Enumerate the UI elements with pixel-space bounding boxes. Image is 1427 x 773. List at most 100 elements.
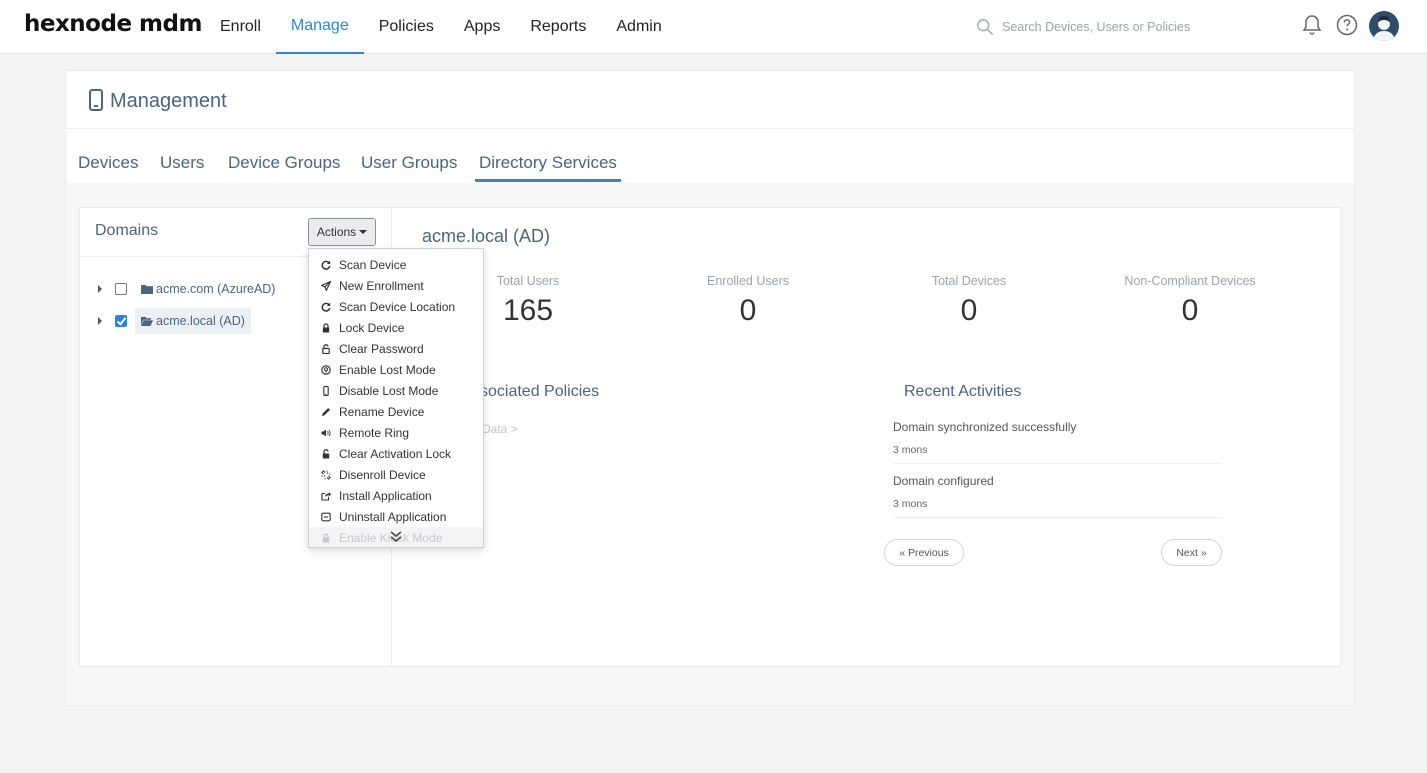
menu-label: Uninstall Application: [339, 509, 447, 524]
folder-icon: [141, 285, 153, 294]
menu-rename-device[interactable]: Rename Device: [309, 401, 483, 422]
top-navbar: hexnode mdm Enroll Manage Policies Apps …: [0, 0, 1427, 54]
lock-icon: [321, 532, 331, 543]
stat-total-devices: Total Devices 0: [869, 274, 1069, 328]
menu-label: Rename Device: [339, 404, 425, 419]
menu-label: Install Application: [339, 488, 432, 503]
menu-label: Clear Password: [339, 341, 424, 356]
menu-label: Lock Device: [339, 320, 405, 335]
stat-value[interactable]: 0: [1090, 294, 1290, 328]
menu-label: Disable Lost Mode: [339, 383, 439, 398]
main-nav: Enroll Manage Policies Apps Reports Admi…: [205, 0, 677, 54]
stat-enrolled-users: Enrolled Users 0: [648, 274, 848, 328]
stat-label: Total Devices: [931, 274, 1007, 288]
menu-scan-device-location[interactable]: Scan Device Location: [309, 296, 483, 317]
tab-device-groups[interactable]: Device Groups: [228, 153, 340, 179]
actions-dropdown-button[interactable]: Actions: [308, 218, 376, 246]
previous-button[interactable]: « Previous: [884, 539, 964, 566]
stat-value[interactable]: 0: [648, 294, 848, 328]
stat-value[interactable]: 0: [869, 294, 1069, 328]
next-button[interactable]: Next »: [1161, 539, 1222, 566]
menu-label: New Enrollment: [339, 278, 424, 293]
actions-menu: Scan Device New Enrollment Scan Device L…: [308, 248, 484, 548]
minus-box-icon: [321, 512, 331, 522]
sub-tabs: Devices Users Device Groups User Groups …: [66, 129, 1354, 183]
search-icon: [976, 18, 994, 36]
domains-title: Domains: [95, 222, 159, 239]
global-search: [976, 15, 1256, 39]
nav-apps[interactable]: Apps: [449, 0, 515, 54]
domain-tree-item: acme.com (AzureAD): [98, 276, 281, 302]
domain-checkbox[interactable]: [115, 283, 127, 295]
activity-item: Domain configured 3 mons: [893, 464, 1221, 518]
search-input[interactable]: [1002, 20, 1242, 34]
expand-caret-icon[interactable]: [98, 317, 102, 325]
menu-clear-password[interactable]: Clear Password: [309, 338, 483, 359]
expand-caret-icon[interactable]: [98, 285, 102, 293]
lock-icon: [321, 322, 331, 333]
help-icon[interactable]: [1335, 13, 1359, 37]
associated-policies-title: ssociated Policies: [472, 383, 600, 400]
hexnode-logo[interactable]: hexnode mdm: [24, 11, 202, 37]
menu-enable-lost-mode[interactable]: Enable Lost Mode: [309, 359, 483, 380]
menu-label: Remote Ring: [339, 425, 410, 440]
user-avatar[interactable]: [1369, 11, 1399, 41]
nav-policies[interactable]: Policies: [364, 0, 449, 54]
activity-time: 3 mons: [893, 444, 928, 456]
mobile-device-icon: [89, 89, 103, 111]
no-data-text: Data >: [482, 422, 518, 436]
activity-text: Domain synchronized successfully: [893, 420, 1077, 434]
domain-node[interactable]: acme.local (AD): [135, 308, 251, 334]
unlock-icon: [321, 448, 331, 459]
menu-label: Disenroll Device: [339, 467, 426, 482]
nav-admin[interactable]: Admin: [601, 0, 676, 54]
menu-disable-lost-mode[interactable]: Disable Lost Mode: [309, 380, 483, 401]
menu-remote-ring[interactable]: Remote Ring: [309, 422, 483, 443]
activity-text: Domain configured: [893, 474, 994, 488]
tab-devices[interactable]: Devices: [78, 153, 138, 179]
caret-down-icon: [359, 230, 368, 234]
recent-activities-title: Recent Activities: [904, 383, 1022, 400]
folder-open-icon: [141, 317, 153, 326]
domain-tree-item: acme.local (AD): [98, 308, 251, 334]
mobile-icon: [321, 385, 331, 396]
domain-node[interactable]: acme.com (AzureAD): [135, 276, 281, 302]
domain-detail-title: acme.local (AD): [422, 226, 551, 246]
tab-users[interactable]: Users: [160, 153, 204, 179]
send-icon: [321, 280, 331, 291]
menu-label: Scan Device: [339, 257, 407, 272]
pencil-icon: [321, 407, 331, 417]
scroll-down-chevrons-icon[interactable]: [388, 529, 404, 545]
tab-user-groups[interactable]: User Groups: [361, 153, 457, 179]
nav-manage[interactable]: Manage: [275, 0, 364, 54]
menu-label: Enable Lost Mode: [339, 362, 436, 377]
domain-label: acme.local (AD): [156, 314, 245, 328]
menu-label: Clear Activation Lock: [339, 446, 452, 461]
nav-reports[interactable]: Reports: [515, 0, 601, 54]
refresh-icon: [321, 302, 331, 312]
directory-card: Domains Actions acme.com (AzureAD) acme.…: [79, 207, 1341, 667]
panel-header: Management: [66, 71, 1354, 129]
domain-checkbox[interactable]: [115, 315, 127, 327]
bell-icon[interactable]: [1300, 13, 1324, 37]
menu-install-application[interactable]: Install Application: [309, 485, 483, 506]
menu-new-enrollment[interactable]: New Enrollment: [309, 275, 483, 296]
menu-scan-device[interactable]: Scan Device: [309, 254, 483, 275]
domain-label: acme.com (AzureAD): [156, 282, 276, 296]
activity-time: 3 mons: [893, 498, 928, 510]
menu-uninstall-application[interactable]: Uninstall Application: [309, 506, 483, 527]
unlink-icon: [321, 469, 331, 480]
lost-mode-icon: [321, 364, 331, 375]
activity-item: Domain synchronized successfully 3 mons: [893, 410, 1221, 464]
share-icon: [321, 491, 331, 501]
refresh-icon: [321, 260, 331, 270]
menu-disenroll-device[interactable]: Disenroll Device: [309, 464, 483, 485]
volume-icon: [321, 428, 331, 438]
menu-clear-activation-lock[interactable]: Clear Activation Lock: [309, 443, 483, 464]
page-title: Management: [110, 90, 227, 112]
stat-label: Enrolled Users: [707, 274, 789, 288]
tab-directory-services[interactable]: Directory Services: [475, 153, 621, 182]
menu-lock-device[interactable]: Lock Device: [309, 317, 483, 338]
actions-label: Actions: [316, 225, 357, 239]
nav-enroll[interactable]: Enroll: [205, 0, 276, 54]
